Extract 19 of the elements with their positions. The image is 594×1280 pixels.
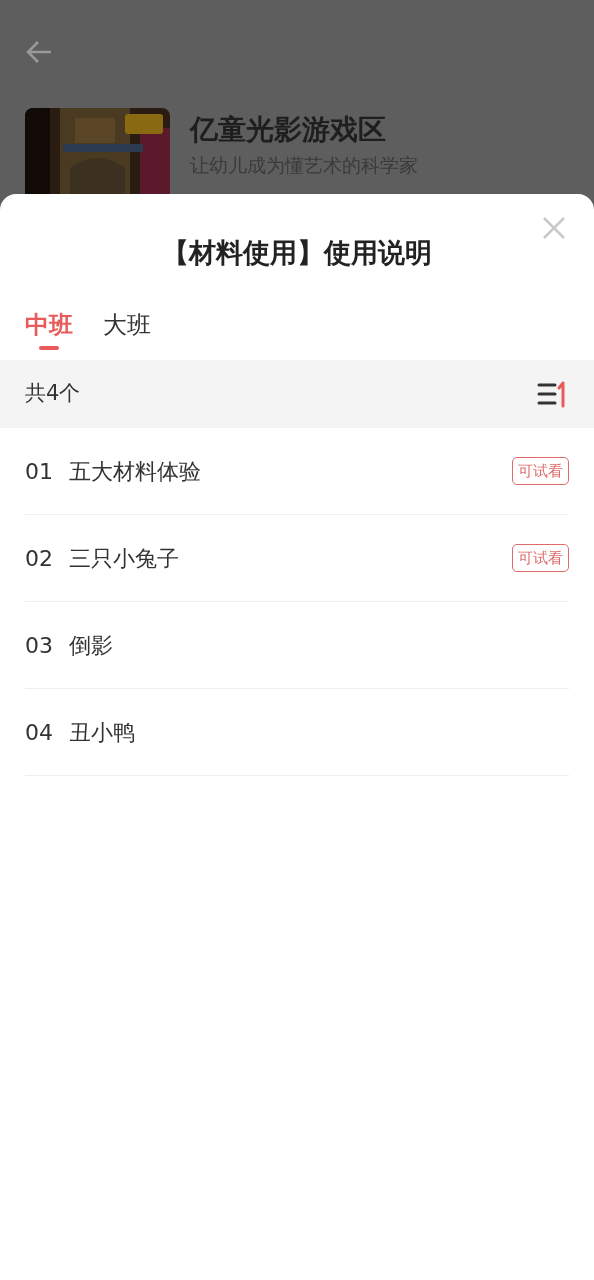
sheet-title: 【材料使用】使用说明	[162, 235, 432, 270]
lesson-title: 五大材料体验	[69, 457, 202, 486]
course-title: 亿童光影游戏区	[190, 112, 387, 148]
lesson-title: 倒影	[69, 631, 114, 660]
lesson-row[interactable]: 03 倒影	[25, 602, 569, 689]
lesson-number: 01	[25, 457, 53, 486]
preview-badge: 可试看	[512, 543, 569, 573]
close-icon[interactable]	[542, 216, 566, 240]
lesson-number: 04	[25, 718, 53, 747]
lesson-title: 三只小兔子	[69, 544, 180, 573]
tab[interactable]: 大班	[103, 310, 151, 360]
item-count: 共4个	[25, 380, 81, 408]
lesson-title: 丑小鸭	[69, 718, 136, 747]
lesson-row[interactable]: 04 丑小鸭	[25, 689, 569, 776]
lesson-number: 03	[25, 631, 53, 660]
lesson-row[interactable]: 01 五大材料体验 可试看	[25, 428, 569, 515]
lesson-number: 02	[25, 544, 53, 573]
lesson-row[interactable]: 02 三只小兔子 可试看	[25, 515, 569, 602]
preview-badge: 可试看	[512, 456, 569, 486]
